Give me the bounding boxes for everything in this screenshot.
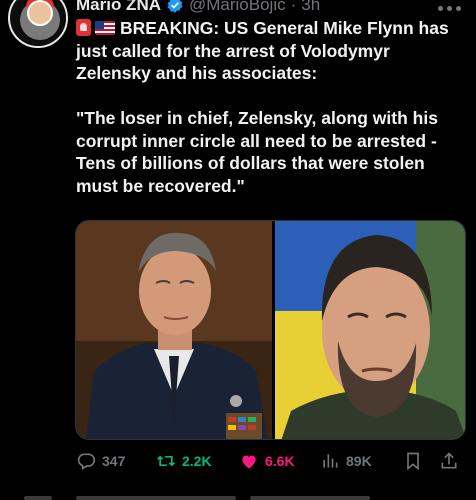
reply-icon [77, 453, 96, 470]
repost-button[interactable]: 2.2K [156, 448, 212, 474]
tweet-headline-line: BREAKING: US General Mike Flynn has just… [76, 17, 468, 85]
reply-count: 347 [102, 453, 126, 469]
like-count: 6.6K [265, 453, 295, 469]
views-icon [323, 454, 338, 468]
views-count: 89K [346, 453, 372, 469]
share-button[interactable] [439, 448, 459, 474]
share-icon [441, 452, 457, 469]
repost-count: 2.2K [182, 453, 212, 469]
heart-icon [242, 455, 256, 469]
more-dots-icon[interactable] [438, 6, 462, 12]
tweet-media[interactable] [75, 220, 466, 440]
reply-button[interactable]: 347 [76, 448, 125, 474]
header-separator: · [290, 0, 297, 14]
tweet-header: Mario ZNA @MarioBojic · 3h [76, 0, 320, 16]
author-name[interactable]: Mario ZNA [76, 0, 161, 15]
repost-icon [157, 455, 175, 467]
next-tweet-peek [0, 490, 476, 500]
avatar-face [27, 0, 53, 26]
views-button[interactable]: 89K [320, 448, 372, 474]
bookmark-icon [407, 452, 419, 471]
author-handle[interactable]: @MarioBojic [189, 0, 286, 15]
tweet-headline: BREAKING: US General Mike Flynn has just… [76, 18, 449, 83]
tweet-text: BREAKING: US General Mike Flynn has just… [76, 17, 468, 197]
tweet[interactable]: Mario ZNA @MarioBojic · 3h BREAKING: US … [0, 0, 476, 500]
like-button[interactable]: 6.6K [239, 448, 295, 474]
media-photos [76, 221, 465, 439]
us-flag-emoji-icon [95, 21, 115, 35]
verified-badge-icon [167, 0, 183, 13]
siren-emoji-icon [76, 19, 91, 36]
author-avatar[interactable] [8, 0, 68, 48]
tweet-time[interactable]: 3h [301, 0, 320, 15]
action-bar: 347 2.2K 6.6K 89K [76, 448, 468, 474]
bookmark-button[interactable] [403, 448, 423, 474]
tweet-quote: "The loser in chief, Zelensky, along wit… [76, 108, 438, 196]
